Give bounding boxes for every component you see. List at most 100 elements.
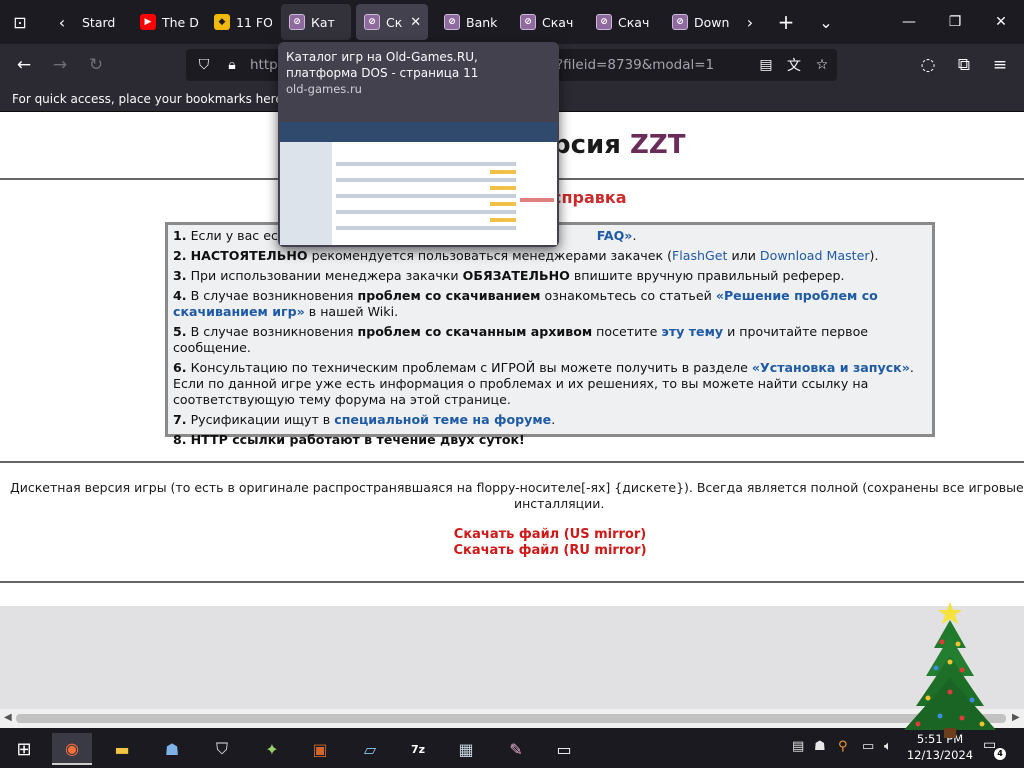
rule-text: или (731, 248, 756, 263)
version-title: рсия ZZT (552, 130, 685, 160)
tray-app-icon[interactable]: ▤ (792, 739, 804, 754)
security-shield-icon[interactable]: ⛉ (202, 733, 242, 765)
account-icon[interactable]: ◌ (910, 47, 946, 83)
restore-icon[interactable]: ❐ (932, 0, 978, 44)
close-tab-icon[interactable]: ✕ (410, 15, 421, 30)
rule-5: 5. В случае возникновения проблем со ска… (173, 324, 927, 356)
forward-icon[interactable]: → (42, 47, 78, 83)
new-tab-icon[interactable]: + (768, 4, 804, 40)
faq-link[interactable]: FAQ» (597, 228, 633, 243)
people-icon[interactable]: ☗ (152, 733, 192, 765)
network-app-icon[interactable]: ▦ (446, 733, 486, 765)
tab-current[interactable]: ⊘ Ск ✕ (356, 4, 428, 40)
rule-bold: ОБЯЗАТЕЛЬНО (462, 268, 570, 283)
tab-youtube[interactable]: ▶ The D (132, 4, 200, 40)
rule-number: 2. (173, 248, 187, 263)
rule-number: 1. (173, 228, 187, 243)
file-explorer-icon[interactable]: ▬ (102, 733, 142, 765)
old-games-icon: ⊘ (672, 14, 688, 30)
rule-6: 6. Консультацию по техническим проблемам… (173, 360, 927, 408)
volume-muted-icon[interactable]: 🔈︎ (884, 739, 892, 754)
thumbnail-row (336, 162, 516, 166)
tab-download-3[interactable]: ⊘ Down (664, 4, 734, 40)
tab-catalog[interactable]: ⊘ Кат (281, 4, 351, 40)
flashget-link[interactable]: FlashGet (672, 248, 727, 263)
list-all-tabs-icon[interactable]: ⌄ (808, 4, 844, 40)
localization-topic-link[interactable]: специальной теме на форуме (334, 412, 551, 427)
thumbnail-row (490, 186, 516, 190)
reader-view-icon[interactable]: ▤ (752, 57, 780, 73)
download-master-link[interactable]: Download Master (760, 248, 870, 263)
bookmarks-hint: For quick access, place your bookmarks h… (12, 92, 318, 106)
tab-label: Bank (466, 14, 498, 30)
paint-icon[interactable]: ✎ (496, 733, 536, 765)
tab-label: Скач (618, 14, 650, 30)
rule-text: В случае возникновения (190, 288, 354, 303)
install-launch-link[interactable]: «Установка и запуск» (752, 360, 910, 375)
network-icon[interactable]: ▭ (862, 739, 874, 754)
firefox-icon[interactable]: ◉ (52, 733, 92, 765)
thumbnail-row (336, 210, 516, 214)
rule-text: Русификации ищут в (190, 412, 331, 427)
rule-text: В случае возникновения (190, 324, 354, 339)
back-icon[interactable]: ← (6, 47, 42, 83)
download-ru-mirror-link[interactable]: Скачать файл (RU mirror) (0, 543, 1024, 558)
firefox-view-icon[interactable]: ⊡ (2, 4, 38, 40)
rule-7: 7. Русификации ищут в специальной теме н… (173, 412, 927, 428)
download-us-mirror-link[interactable]: Скачать файл (US mirror) (0, 527, 1024, 542)
rule-text: ознакомьтесь со статьей (544, 288, 712, 303)
rule-number: 7. (173, 412, 187, 427)
old-games-icon: ⊘ (364, 14, 380, 30)
translate-icon[interactable]: 文 (780, 55, 808, 75)
scroll-left-arrow-icon[interactable]: ◀ (4, 712, 12, 723)
tab-label: Кат (311, 14, 335, 30)
scrollbar-thumb[interactable] (16, 714, 1006, 723)
tab-download-1[interactable]: ⊘ Скач (512, 4, 582, 40)
tab-preview-thumbnail (280, 122, 557, 245)
extensions-icon[interactable]: ⧉ (946, 47, 982, 83)
url-suffix: ?fileid=8739&modal=1 (556, 57, 715, 73)
menu-icon[interactable]: ≡ (982, 47, 1018, 83)
horizontal-scrollbar[interactable]: ◀ ▶ (0, 709, 1024, 728)
tab-scroll-right-icon[interactable]: › (732, 4, 768, 40)
shield-icon[interactable]: ⛉ (190, 57, 218, 73)
help-heading: справка (552, 188, 627, 207)
divider (0, 581, 1024, 583)
thumbnail-row (490, 202, 516, 206)
close-window-icon[interactable]: ✕ (978, 0, 1024, 44)
game-app-icon[interactable]: ▣ (300, 733, 340, 765)
terminal-icon[interactable]: ▭ (544, 733, 584, 765)
rule-bold: НАСТОЯТЕЛЬНО (190, 248, 308, 263)
scroll-right-arrow-icon[interactable]: ▶ (1012, 712, 1020, 723)
tray-search-icon[interactable]: ⚲ (838, 739, 848, 754)
tray-people-icon[interactable]: ☗ (814, 739, 826, 754)
7zip-icon[interactable]: 7z (398, 733, 438, 765)
windows-start-icon[interactable]: ⊞ (4, 733, 44, 765)
notepad-icon[interactable]: ▱ (350, 733, 390, 765)
download-rules-box: 1. Если у вас есть FAQ». 2. НАСТОЯТЕЛЬНО… (165, 222, 935, 447)
rule-text: При использовании менеджера закачки (190, 268, 459, 283)
tab-stardew[interactable]: Stard (74, 4, 124, 40)
rule-2: 2. НАСТОЯТЕЛЬНО рекомендуется пользовать… (173, 248, 927, 264)
this-topic-link[interactable]: эту тему (661, 324, 723, 339)
page-footer-area (0, 606, 1024, 709)
rule-number: 5. (173, 324, 187, 339)
game-app-icon[interactable]: ✦ (252, 733, 292, 765)
notification-badge: 4 (994, 748, 1006, 760)
minimize-icon[interactable]: — (886, 0, 932, 44)
reload-icon[interactable]: ↻ (78, 47, 114, 83)
description-line: Дискетная версия игры (то есть в оригина… (10, 480, 1024, 495)
rule-number: 6. (173, 360, 187, 375)
rule-text: посетите (596, 324, 658, 339)
tab-binance[interactable]: ◆ 11 FO (206, 4, 272, 40)
tab-label: Ск (386, 14, 403, 30)
lock-icon[interactable]: 🔒︎ (218, 57, 246, 73)
tab-bank[interactable]: ⊘ Bank (436, 4, 506, 40)
floppy-version-description: Дискетная версия игры (то есть в оригина… (0, 480, 1024, 512)
tab-preview-title: Каталог игр на Old-Games.RU, платформа D… (286, 50, 479, 80)
bookmark-star-icon[interactable]: ☆ (808, 57, 836, 73)
tab-download-2[interactable]: ⊘ Скач (588, 4, 658, 40)
rule-text: впишите вручную правильный реферер. (573, 268, 845, 283)
thumbnail-row (336, 226, 516, 230)
tab-label: Down (694, 14, 730, 30)
